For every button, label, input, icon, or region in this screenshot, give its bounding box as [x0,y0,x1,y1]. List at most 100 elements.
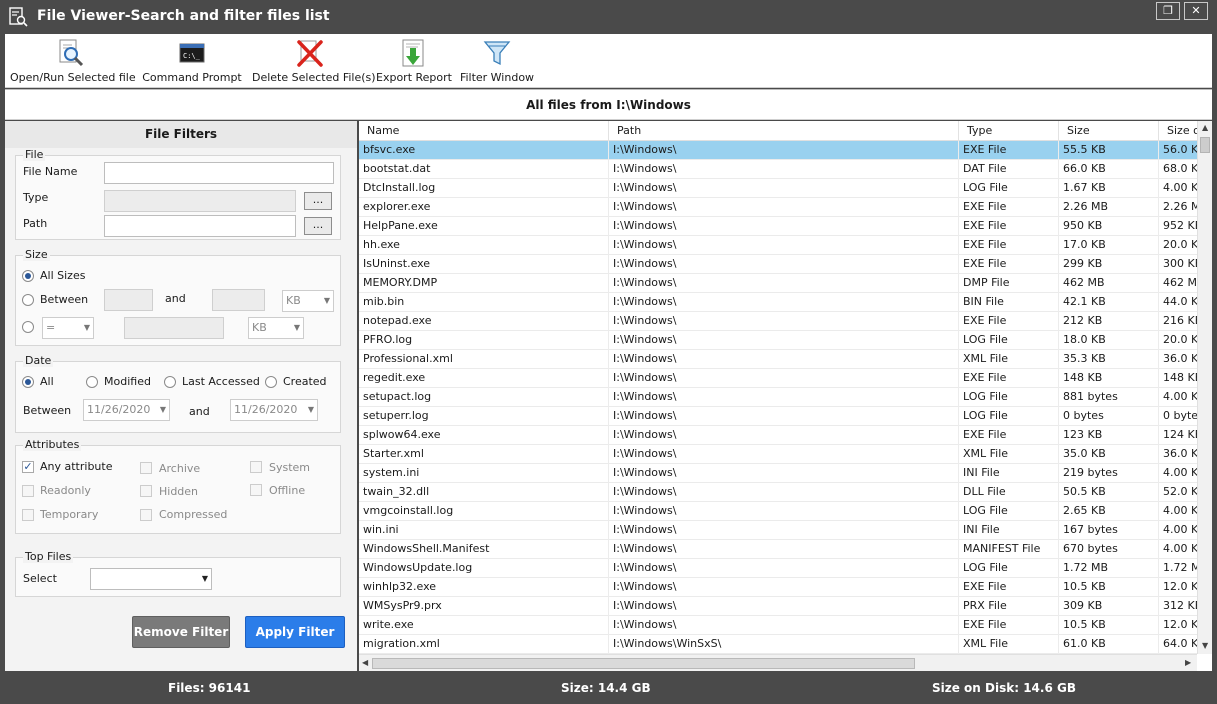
size-operator-select[interactable]: = ▼ [42,317,94,339]
horizontal-scroll-thumb[interactable] [372,658,915,669]
table-row[interactable]: WMSysPr9.prx I:\Windows\ PRX File 309 KB 312… [359,597,1197,616]
hidden-checkbox[interactable] [140,485,152,497]
compare-size-radio[interactable] [22,321,34,333]
apply-filter-button[interactable]: Apply Filter [245,616,345,648]
remove-filter-button[interactable]: Remove Filter [132,616,230,648]
table-row[interactable]: DtcInstall.log I:\Windows\ LOG File 1.67 KB… [359,179,1197,198]
table-row[interactable]: Starter.xml I:\Windows\ XML File 35.0 KB 36.… [359,445,1197,464]
type-input[interactable] [104,190,296,212]
cell-path: I:\Windows\ [609,369,959,388]
terminal-icon: C:\_ [179,43,205,63]
table-row[interactable]: vmgcoinstall.log I:\Windows\ LOG File 2.65 … [359,502,1197,521]
column-header-size-on-disk[interactable]: Size o [1159,121,1197,141]
vertical-scrollbar[interactable]: ▲ ▼ [1197,121,1212,654]
cell-name: notepad.exe [359,312,609,331]
column-header-name[interactable]: Name [359,121,609,141]
table-row[interactable]: explorer.exe I:\Windows\ EXE File 2.26 MB 2.… [359,198,1197,217]
table-row[interactable]: write.exe I:\Windows\ EXE File 10.5 KB 12.0 … [359,616,1197,635]
file-name-input[interactable] [104,162,334,184]
toolbar: Open/Run Selected file C:\_ Command Prom… [5,34,1212,88]
archive-checkbox[interactable] [140,462,152,474]
table-row[interactable]: migration.xml I:\Windows\WinSxS\ XML File 6… [359,635,1197,654]
table-row[interactable]: win.ini I:\Windows\ INI File 167 bytes 4.00 … [359,521,1197,540]
cell-size-on-disk: 0 byte [1163,409,1197,422]
cell-size-on-disk: 44.0 K [1163,295,1197,308]
system-checkbox[interactable] [250,461,262,473]
cell-type: EXE File [959,578,1059,597]
modified-radio[interactable] [86,376,98,388]
table-row[interactable]: setupact.log I:\Windows\ LOG File 881 bytes… [359,388,1197,407]
date-to-picker[interactable]: 11/26/2020 ▼ [230,399,318,421]
type-browse-button[interactable]: ... [304,192,332,210]
table-row[interactable]: HelpPane.exe I:\Windows\ EXE File 950 KB 952… [359,217,1197,236]
table-row[interactable]: system.ini I:\Windows\ INI File 219 bytes 4.… [359,464,1197,483]
temporary-checkbox[interactable] [22,509,34,521]
between-size-radio[interactable] [22,294,34,306]
table-row[interactable]: IsUninst.exe I:\Windows\ EXE File 299 KB 300… [359,255,1197,274]
open-run-file-button[interactable]: Open/Run Selected file [10,36,136,86]
horizontal-scrollbar[interactable]: ◀ ▶ [359,654,1197,671]
size-group-title: Size [23,248,50,261]
cell-type: INI File [959,464,1059,483]
table-row[interactable]: hh.exe I:\Windows\ EXE File 17.0 KB 20.0 K [359,236,1197,255]
chevron-down-icon: ▼ [83,323,90,332]
compressed-label: Compressed [159,508,228,521]
table-row[interactable]: regedit.exe I:\Windows\ EXE File 148 KB 148 … [359,369,1197,388]
cell-name: MEMORY.DMP [359,274,609,293]
cell-size-on-disk: 12.0 K [1163,580,1197,593]
cell-path: I:\Windows\ [609,559,959,578]
date-all-radio[interactable] [22,376,34,388]
cell-size: 299 KB [1059,255,1159,274]
scroll-up-arrow-icon[interactable]: ▲ [1202,123,1208,132]
path-input[interactable] [104,215,296,237]
all-sizes-radio[interactable] [22,270,34,282]
size-unit-select[interactable]: KB ▼ [282,290,334,312]
size-min-input[interactable] [104,289,153,311]
delete-files-button[interactable]: Delete Selected File(s) [252,36,376,86]
table-row[interactable]: splwow64.exe I:\Windows\ EXE File 123 KB 124… [359,426,1197,445]
readonly-checkbox[interactable] [22,485,34,497]
table-row[interactable]: bootstat.dat I:\Windows\ DAT File 66.0 KB 68… [359,160,1197,179]
table-row[interactable]: twain_32.dll I:\Windows\ DLL File 50.5 KB 52… [359,483,1197,502]
column-header-path[interactable]: Path [609,121,959,141]
date-from-picker[interactable]: 11/26/2020 ▼ [83,399,170,421]
maximize-button[interactable]: ❐ [1156,2,1180,20]
scroll-left-arrow-icon[interactable]: ◀ [362,658,368,667]
size-unit2-select[interactable]: KB ▼ [248,317,304,339]
table-row[interactable]: winhlp32.exe I:\Windows\ EXE File 10.5 KB 12… [359,578,1197,597]
table-row[interactable]: PFRO.log I:\Windows\ LOG File 18.0 KB 20.0 K [359,331,1197,350]
table-row[interactable]: setuperr.log I:\Windows\ LOG File 0 bytes 0 … [359,407,1197,426]
command-prompt-button[interactable]: C:\_ Command Prompt [141,36,243,86]
offline-checkbox[interactable] [250,484,262,496]
compressed-checkbox[interactable] [140,509,152,521]
filter-window-button[interactable]: Filter Window [458,36,536,86]
last-accessed-radio[interactable] [164,376,176,388]
path-browse-button[interactable]: ... [304,217,332,235]
cell-size: 50.5 KB [1059,483,1159,502]
table-row[interactable]: notepad.exe I:\Windows\ EXE File 212 KB 216 … [359,312,1197,331]
created-radio[interactable] [265,376,277,388]
export-report-button[interactable]: Export Report [376,36,452,86]
column-header-type[interactable]: Type [959,121,1059,141]
column-header-size[interactable]: Size [1059,121,1159,141]
vertical-scroll-thumb[interactable] [1200,137,1210,153]
cell-size: 66.0 KB [1059,160,1159,179]
close-button[interactable]: ✕ [1184,2,1208,20]
size-value-input[interactable] [124,317,224,339]
table-row[interactable]: bfsvc.exe I:\Windows\ EXE File 55.5 KB 56.0 … [359,141,1197,160]
table-row[interactable]: Professional.xml I:\Windows\ XML File 35.3 … [359,350,1197,369]
top-files-select[interactable]: ▼ [90,568,212,590]
table-row[interactable]: MEMORY.DMP I:\Windows\ DMP File 462 MB 462 M [359,274,1197,293]
cell-name: explorer.exe [359,198,609,217]
cell-type: DMP File [959,274,1059,293]
scroll-down-arrow-icon[interactable]: ▼ [1202,641,1208,650]
table-row[interactable]: mib.bin I:\Windows\ BIN File 42.1 KB 44.0 K [359,293,1197,312]
scroll-right-arrow-icon[interactable]: ▶ [1185,658,1191,667]
size-max-input[interactable] [212,289,265,311]
table-row[interactable]: WindowsShell.Manifest I:\Windows\ MANIFEST… [359,540,1197,559]
cell-type: EXE File [959,312,1059,331]
cell-type: EXE File [959,198,1059,217]
any-attribute-checkbox[interactable]: ✓ [22,461,34,473]
table-row[interactable]: WindowsUpdate.log I:\Windows\ LOG File 1.72… [359,559,1197,578]
any-attribute-label: Any attribute [40,460,113,473]
